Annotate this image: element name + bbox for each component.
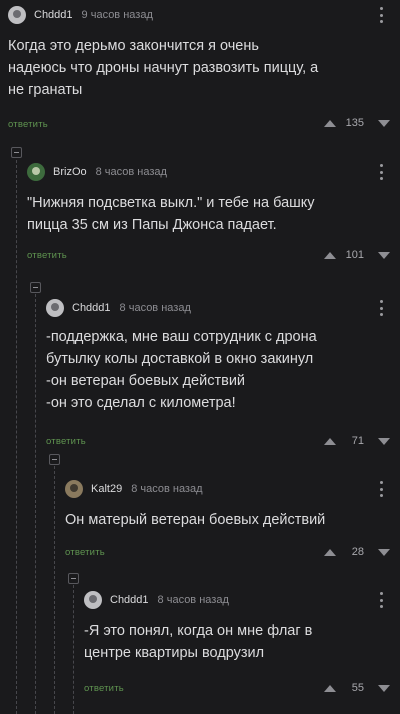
reply-button[interactable]: ответить — [27, 250, 67, 261]
collapse-thread-toggle[interactable] — [49, 454, 60, 465]
comment-score: 71 — [351, 435, 364, 447]
reply-button[interactable]: ответить — [46, 436, 86, 447]
vote-controls: 28 — [324, 546, 390, 558]
collapse-thread-toggle[interactable] — [30, 282, 41, 293]
collapse-thread-toggle[interactable] — [68, 573, 79, 584]
comment-time: 9 часов назад — [81, 9, 153, 21]
comment: Kalt29 8 часов назад Он матерый ветеран … — [65, 479, 400, 569]
comment-author[interactable]: Chddd1 — [72, 302, 111, 314]
comment-text: Когда это дерьмо закончится я очень наде… — [8, 38, 319, 98]
more-options-icon[interactable] — [380, 164, 384, 180]
reply-button[interactable]: ответить — [8, 119, 48, 130]
more-options-icon[interactable] — [380, 592, 384, 608]
comment-header: Chddd1 8 часов назад — [46, 298, 191, 318]
thread-line — [16, 160, 17, 714]
comment-author[interactable]: Chddd1 — [110, 594, 149, 606]
comment-author[interactable]: Chddd1 — [34, 9, 73, 21]
comment: Chddd1 8 часов назад -Я это понял, когда… — [84, 590, 400, 705]
upvote-arrow-icon[interactable] — [324, 437, 336, 445]
comment-score: 28 — [351, 546, 364, 558]
comment-time: 8 часов назад — [119, 302, 191, 314]
comment-text: "Нижняя подсветка выкл." и тебе на башку… — [27, 195, 315, 233]
comment-time: 8 часов назад — [95, 166, 167, 178]
comment: Chddd1 9 часов назад Когда это дерьмо за… — [8, 5, 400, 140]
upvote-arrow-icon[interactable] — [324, 119, 336, 127]
downvote-arrow-icon[interactable] — [378, 437, 390, 445]
comment-text: Он матерый ветеран боевых действий — [65, 512, 326, 528]
downvote-arrow-icon[interactable] — [378, 684, 390, 692]
more-options-icon[interactable] — [380, 7, 384, 23]
more-options-icon[interactable] — [380, 300, 384, 316]
reply-button[interactable]: ответить — [84, 683, 124, 694]
comment-time: 8 часов назад — [131, 483, 203, 495]
more-options-icon[interactable] — [380, 481, 384, 497]
comment-header: Kalt29 8 часов назад — [65, 479, 203, 499]
comment: Chddd1 8 часов назад -поддержка, мне ваш… — [46, 298, 400, 448]
avatar[interactable] — [8, 6, 26, 24]
avatar[interactable] — [46, 299, 64, 317]
downvote-arrow-icon[interactable] — [378, 251, 390, 259]
vote-controls: 135 — [324, 117, 390, 129]
upvote-arrow-icon[interactable] — [324, 684, 336, 692]
upvote-arrow-icon[interactable] — [324, 548, 336, 556]
avatar[interactable] — [65, 480, 83, 498]
avatar[interactable] — [27, 163, 45, 181]
reply-button[interactable]: ответить — [65, 547, 105, 558]
comment-score: 101 — [345, 249, 364, 261]
comment-header: BrizOo 8 часов назад — [27, 162, 167, 182]
thread-line — [54, 466, 55, 714]
vote-controls: 101 — [324, 249, 390, 261]
comment-author[interactable]: BrizOo — [53, 166, 87, 178]
downvote-arrow-icon[interactable] — [378, 548, 390, 556]
vote-controls: 71 — [324, 435, 390, 447]
comment-header: Chddd1 8 часов назад — [84, 590, 229, 610]
comment-text: -поддержка, мне ваш сотрудник с дрона бу… — [46, 329, 317, 411]
comment: BrizOo 8 часов назад "Нижняя подсветка в… — [27, 162, 400, 272]
thread-line — [35, 294, 36, 714]
comment-author[interactable]: Kalt29 — [91, 483, 122, 495]
vote-controls: 55 — [324, 682, 390, 694]
upvote-arrow-icon[interactable] — [324, 251, 336, 259]
comment-score: 55 — [351, 682, 364, 694]
avatar[interactable] — [84, 591, 102, 609]
comment-score: 135 — [345, 117, 364, 129]
collapse-thread-toggle[interactable] — [11, 147, 22, 158]
comment-text: -Я это понял, когда он мне флаг в центре… — [84, 623, 313, 661]
thread-line — [73, 585, 74, 714]
comment-header: Chddd1 9 часов назад — [8, 5, 153, 25]
comment-time: 8 часов назад — [157, 594, 229, 606]
downvote-arrow-icon[interactable] — [378, 119, 390, 127]
